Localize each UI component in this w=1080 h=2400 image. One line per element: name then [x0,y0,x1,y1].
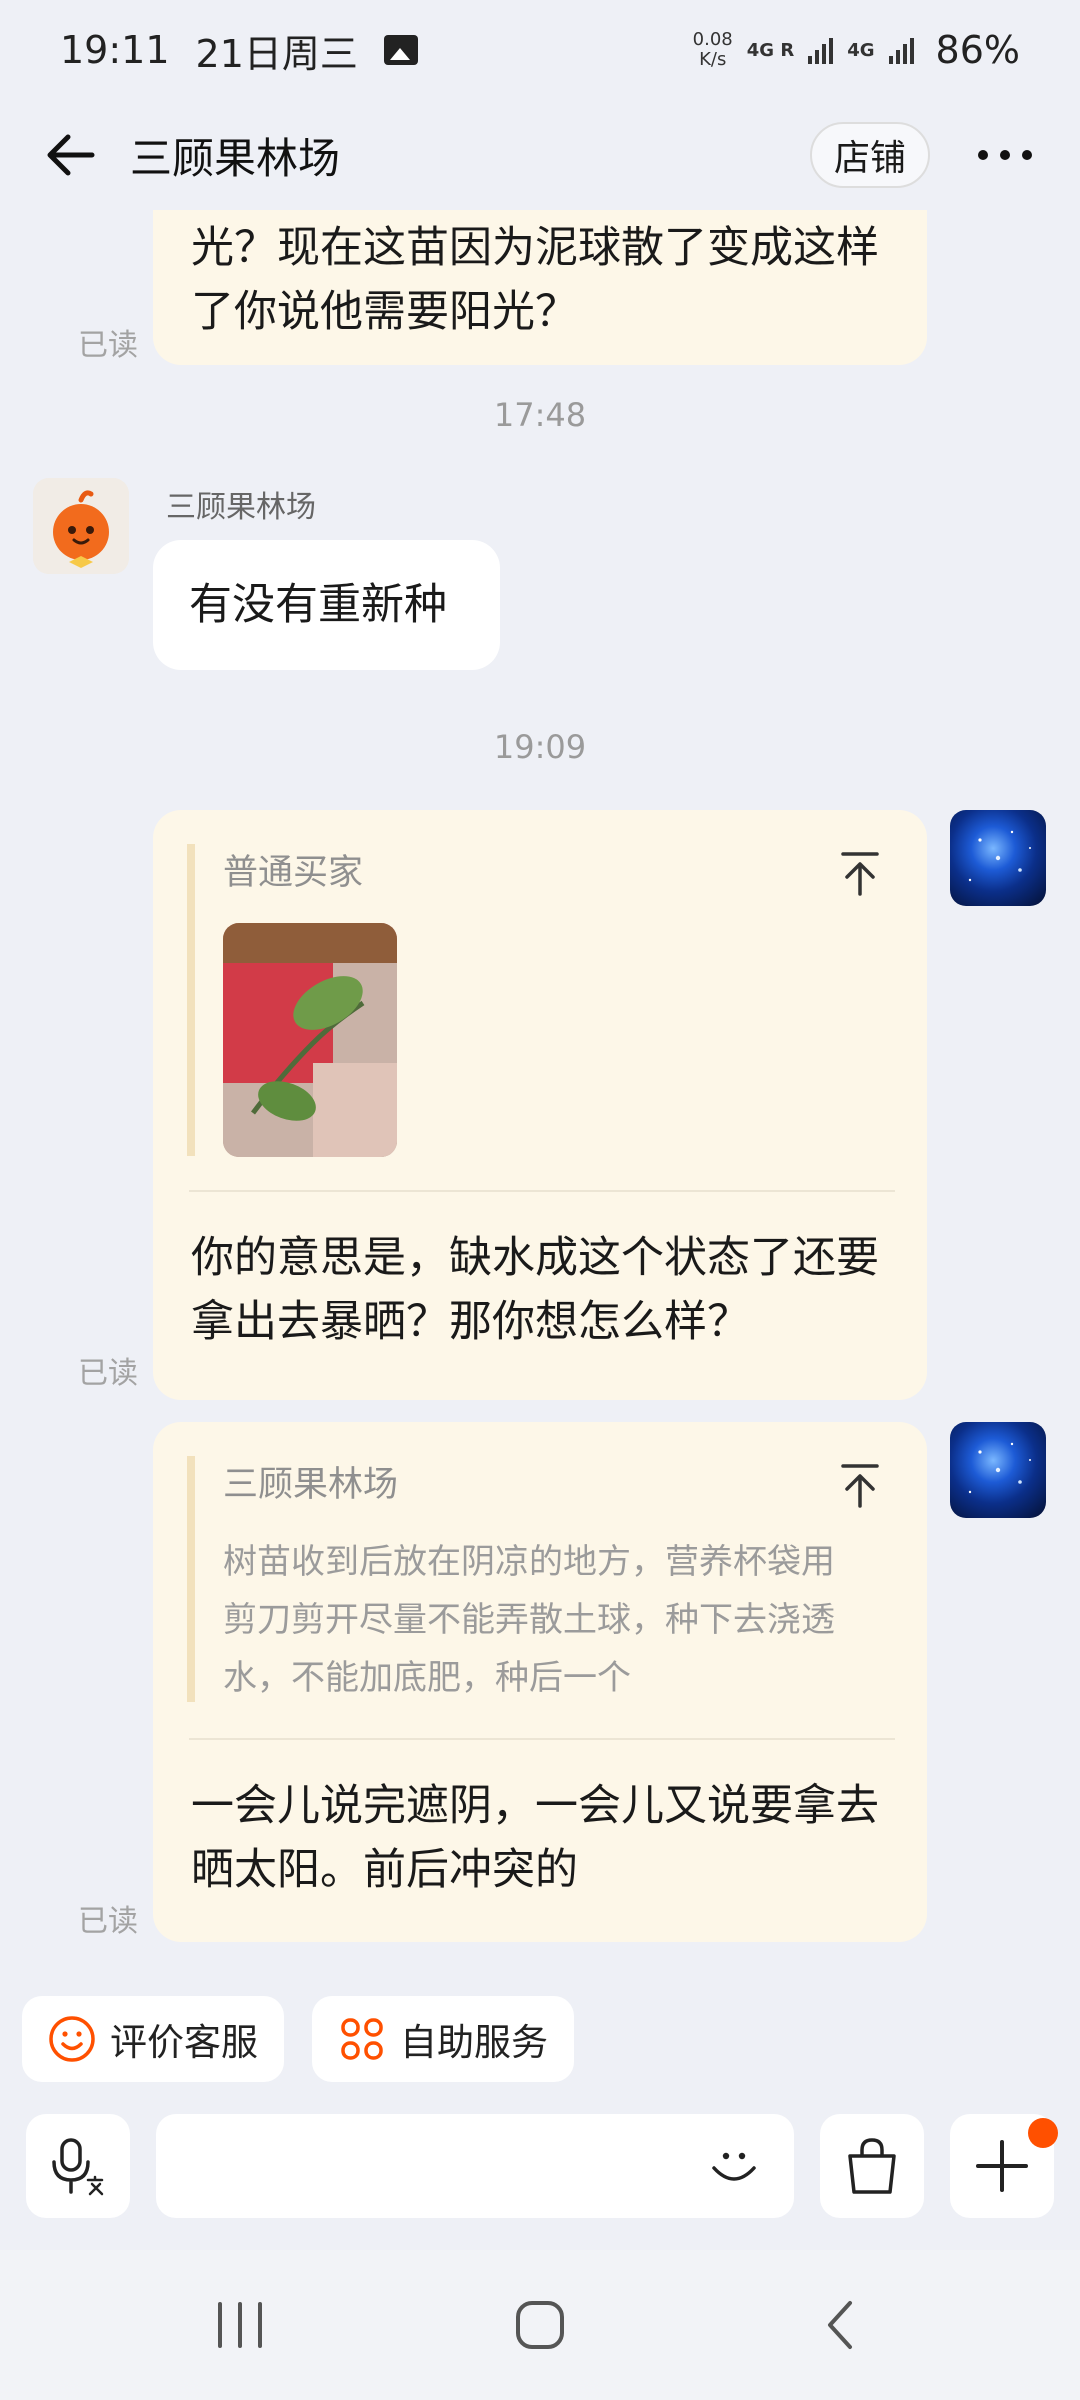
quoted-image-thumbnail[interactable] [223,923,397,1157]
message-text: 光？现在这苗因为泥球散了变成这样了你说他需要阳光？ [191,223,879,337]
timestamp: 19:09 [493,728,587,766]
notification-dot [1028,2118,1058,2148]
user-avatar[interactable] [950,810,1046,906]
shop-avatar[interactable] [33,478,129,574]
home-icon[interactable] [490,2285,590,2365]
rate-service-button[interactable]: 评价客服 [22,1996,284,2082]
message-text: 一会儿说完遮阴，一会儿又说要拿去晒太阳。前后冲突的 [191,1781,879,1895]
read-status: 已读 [78,1356,138,1391]
voice-input-button[interactable] [26,2114,130,2218]
message-input[interactable] [156,2114,794,2218]
quote-divider [189,1190,895,1192]
grid-flower-icon [341,2018,383,2060]
recent-apps-icon[interactable] [190,2285,290,2365]
quote-text: 树苗收到后放在阴凉的地方，营养杯袋用剪刀剪开尽量不能弄散土球，种下去浇透水，不能… [223,1542,835,1698]
message-bubble-sent[interactable]: 三顾果林场 树苗收到后放在阴凉的地方，营养杯袋用剪刀剪开尽量不能弄散土球，种下去… [153,1422,927,1942]
system-navigation-bar [0,2250,1080,2400]
quote-sender-name: 三顾果林场 [223,1465,399,1505]
network-type-1: 4G R [746,39,795,61]
signal-strength-icon [808,36,834,64]
read-status: 已读 [78,328,138,363]
chat-header: 三顾果林场 店铺 [0,100,1080,210]
sender-name: 三顾果林场 [166,490,316,525]
self-service-button[interactable]: 自助服务 [312,1996,574,2082]
order-bag-button[interactable] [820,2114,924,2218]
message-bubble-received[interactable]: 有没有重新种 [153,540,500,670]
emoji-icon[interactable] [704,2136,764,2196]
status-date: 21日周三 [195,31,358,76]
message-bubble-sent[interactable]: 光？现在这苗因为泥球散了变成这样了你说他需要阳光？ [153,210,927,365]
back-nav-icon[interactable] [790,2285,890,2365]
input-bar [0,2114,1080,2224]
self-service-label: 自助服务 [400,2021,548,2064]
scroll-to-quote-icon[interactable] [839,850,881,898]
status-time: 19:11 [60,28,170,72]
message-text: 你的意思是，缺水成这个状态了还要拿出去暴晒？那你想怎么样？ [191,1233,879,1347]
quoted-message[interactable]: 普通买家 [187,844,887,1157]
chat-title: 三顾果林场 [130,133,341,183]
network-speed: 0.08 K/s [692,29,733,70]
more-actions-button[interactable] [950,2114,1058,2218]
plus-icon [976,2140,1028,2192]
image-notification-icon [383,35,418,65]
user-avatar[interactable] [950,1422,1046,1518]
chat-messages[interactable]: 光？现在这苗因为泥球散了变成这样了你说他需要阳光？ 已读 17:48 三顾果林场… [0,210,1080,1980]
rate-service-label: 评价客服 [110,2021,258,2064]
signal-strength-2-icon [888,36,914,64]
voice-to-text-icon [52,2138,104,2196]
back-arrow-icon[interactable] [40,125,100,185]
shopping-bag-icon [848,2138,896,2194]
message-bubble-sent[interactable]: 普通买家 你的意思是，缺水成这个状态了还要拿出去暴晒？那你想怎么样？ [153,810,927,1400]
shop-button[interactable]: 店铺 [809,122,930,188]
scroll-to-quote-icon[interactable] [839,1462,881,1510]
smile-icon [49,2016,95,2062]
quote-sender-name: 普通买家 [223,853,364,893]
network-type-2: 4G [847,39,875,61]
quote-divider [189,1738,895,1740]
more-options-icon[interactable] [970,125,1040,185]
quick-actions: 评价客服 自助服务 [22,1996,574,2082]
quoted-message[interactable]: 三顾果林场 树苗收到后放在阴凉的地方，营养杯袋用剪刀剪开尽量不能弄散土球，种下去… [187,1456,887,1702]
battery-level: 86% [935,28,1020,72]
message-text: 有没有重新种 [189,580,447,630]
read-status: 已读 [78,1904,138,1939]
timestamp: 17:48 [493,396,587,434]
status-bar: 19:11 21日周三 0.08 K/s 4G R 4G 86% [0,0,1080,100]
